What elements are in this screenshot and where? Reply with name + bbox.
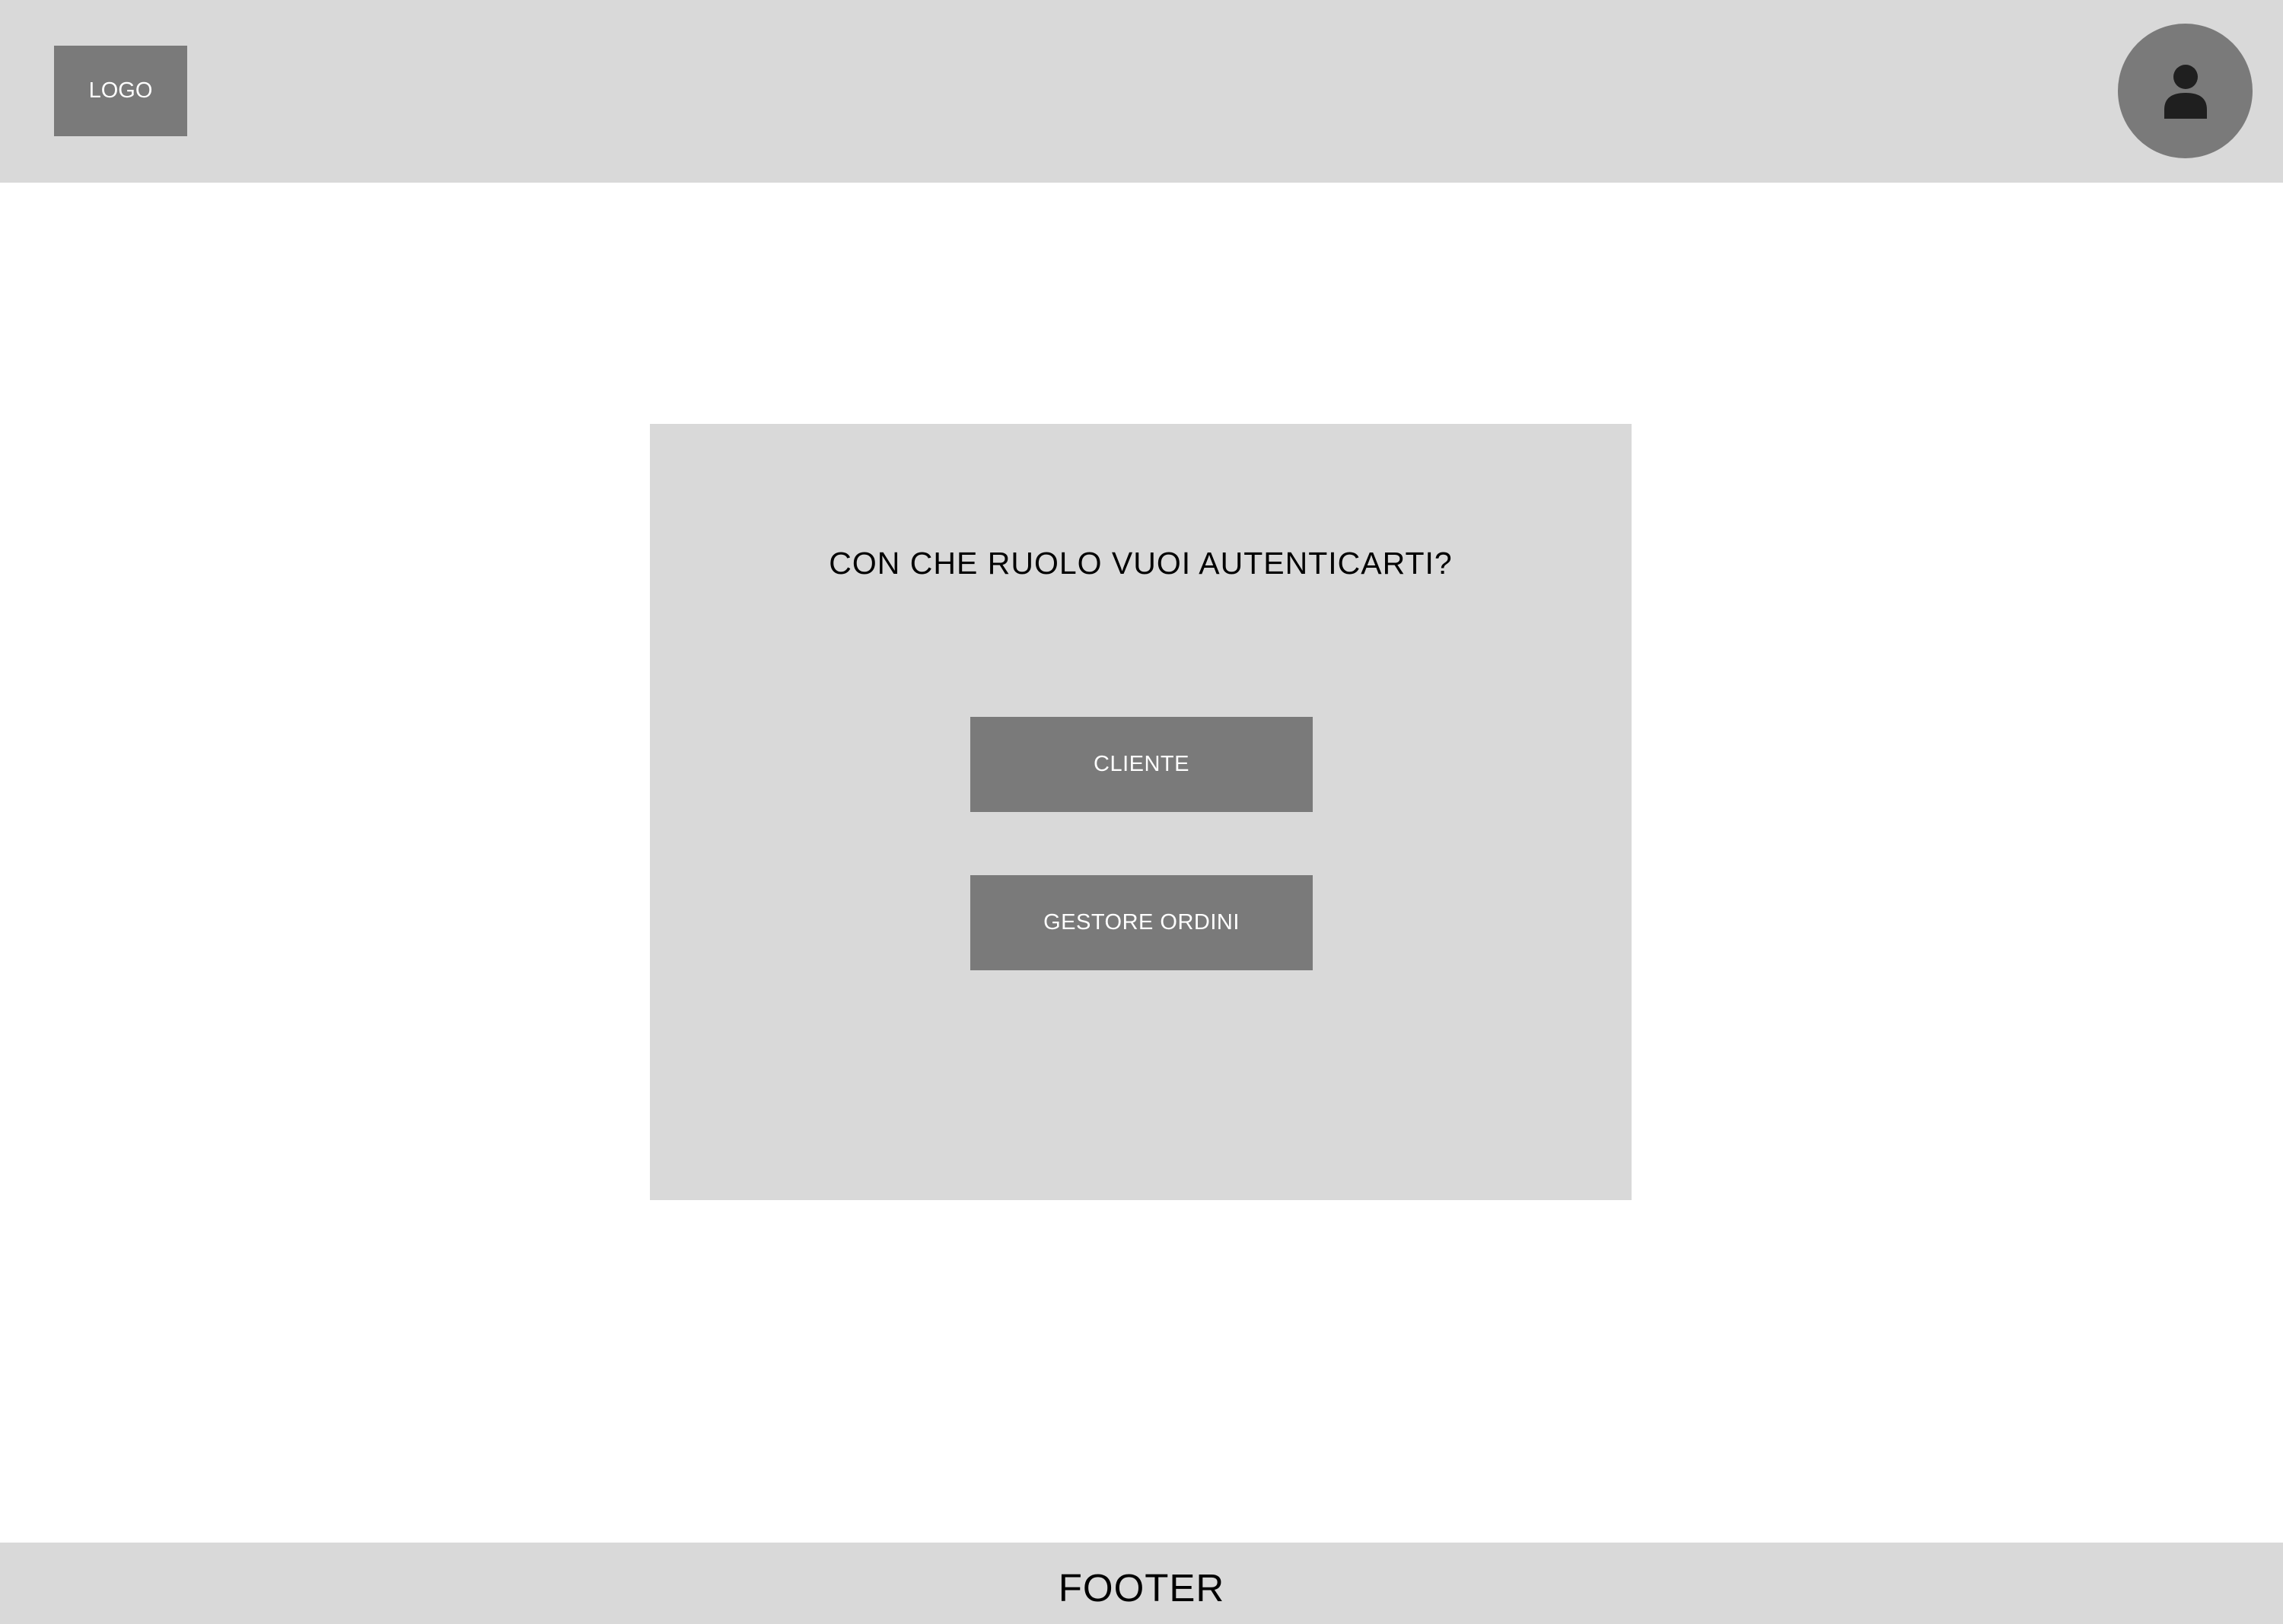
page-footer: FOOTER — [0, 1543, 2283, 1624]
top-header: LOGO — [0, 0, 2283, 183]
role-selection-card: CON CHE RUOLO VUOI AUTENTICARTI? CLIENTE… — [650, 424, 1632, 1200]
gestore-ordini-button[interactable]: GESTORE ORDINI — [970, 875, 1313, 970]
user-avatar-button[interactable] — [2118, 24, 2253, 158]
role-question-title: CON CHE RUOLO VUOI AUTENTICARTI? — [829, 546, 1453, 581]
user-icon — [2164, 64, 2207, 119]
cliente-button[interactable]: CLIENTE — [970, 717, 1313, 812]
logo[interactable]: LOGO — [54, 46, 187, 136]
footer-label: FOOTER — [1058, 1566, 1225, 1610]
